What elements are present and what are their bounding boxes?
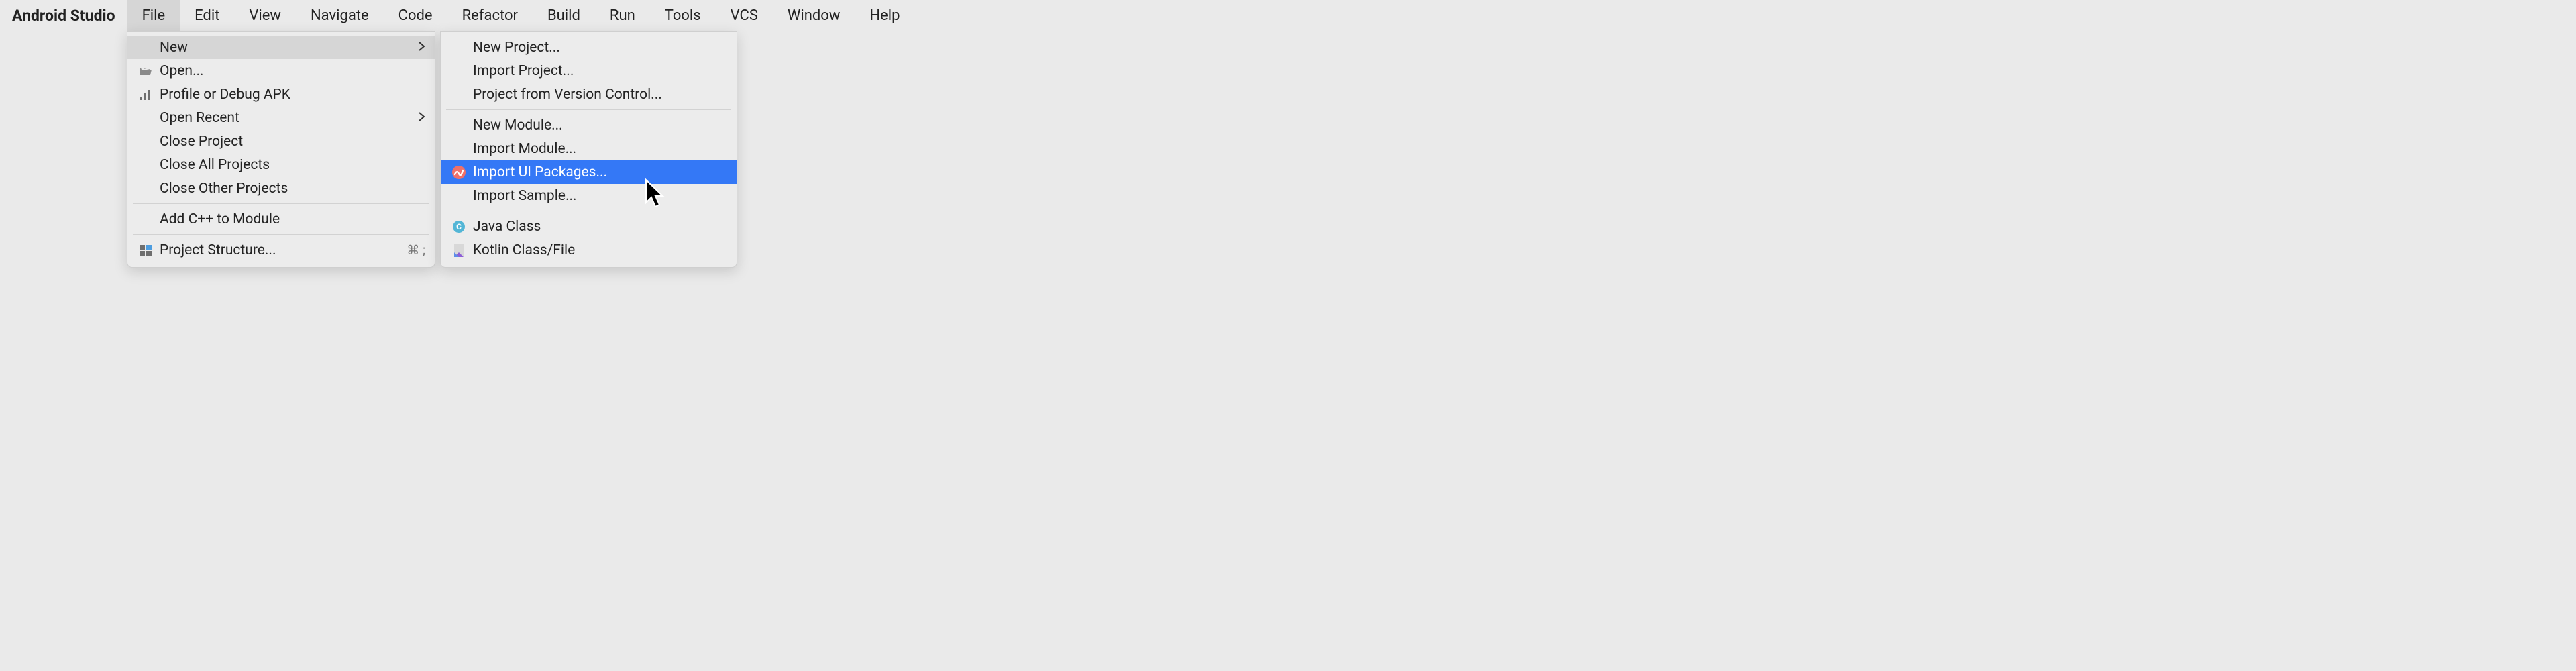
- file-project-structure[interactable]: Project Structure... ⌘ ;: [127, 238, 435, 262]
- menu-tools[interactable]: Tools: [650, 0, 716, 31]
- import-module[interactable]: Import Module...: [441, 137, 737, 160]
- project-from-vcs[interactable]: Project from Version Control...: [441, 83, 737, 106]
- menu-label: Import UI Packages...: [473, 164, 727, 180]
- project-structure-icon: [137, 244, 154, 256]
- file-close-other[interactable]: Close Other Projects: [127, 176, 435, 200]
- menu-build[interactable]: Build: [533, 0, 595, 31]
- new-java-class[interactable]: C Java Class: [441, 215, 737, 238]
- menu-label: Close All Projects: [160, 157, 425, 173]
- new-module[interactable]: New Module...: [441, 113, 737, 137]
- file-close-project[interactable]: Close Project: [127, 130, 435, 153]
- menu-edit[interactable]: Edit: [180, 0, 234, 31]
- separator: [133, 234, 429, 235]
- svg-text:C: C: [456, 222, 462, 231]
- menu-label: Project Structure...: [160, 242, 425, 258]
- menu-file[interactable]: File: [127, 0, 180, 31]
- menu-label: Add C++ to Module: [160, 211, 425, 227]
- folder-open-icon: [137, 66, 154, 76]
- menu-run[interactable]: Run: [595, 0, 650, 31]
- file-open-recent[interactable]: Open Recent: [127, 106, 435, 130]
- relay-icon: [450, 165, 468, 180]
- menu-label: Open...: [160, 63, 425, 79]
- menu-code[interactable]: Code: [384, 0, 447, 31]
- menu-label: Import Module...: [473, 141, 727, 157]
- chevron-right-icon: [419, 40, 425, 54]
- menu-label: Project from Version Control...: [473, 87, 727, 103]
- menu-label: Java Class: [473, 219, 727, 235]
- menu-navigate[interactable]: Navigate: [296, 0, 384, 31]
- menu-label: New: [160, 40, 425, 56]
- import-sample[interactable]: Import Sample...: [441, 184, 737, 207]
- file-profile-debug[interactable]: Profile or Debug APK: [127, 83, 435, 106]
- new-kotlin-class[interactable]: Kotlin Class/File: [441, 238, 737, 262]
- file-close-all[interactable]: Close All Projects: [127, 153, 435, 176]
- kotlin-file-icon: [450, 243, 468, 258]
- separator: [446, 109, 731, 110]
- file-dropdown: New Open... Profile or Debug APK Open Re…: [127, 31, 435, 268]
- chevron-right-icon: [419, 111, 425, 125]
- menu-label: Import Sample...: [473, 188, 727, 204]
- menu-label: New Project...: [473, 40, 727, 56]
- profile-debug-icon: [137, 89, 154, 101]
- import-ui-packages[interactable]: Import UI Packages...: [441, 160, 737, 184]
- menu-view[interactable]: View: [234, 0, 296, 31]
- menu-help[interactable]: Help: [855, 0, 914, 31]
- keyboard-shortcut: ⌘ ;: [407, 242, 425, 258]
- menu-vcs[interactable]: VCS: [716, 0, 773, 31]
- file-new[interactable]: New: [127, 36, 435, 59]
- menu-label: Close Other Projects: [160, 180, 425, 197]
- file-open[interactable]: Open...: [127, 59, 435, 83]
- menu-label: Profile or Debug APK: [160, 87, 425, 103]
- separator: [133, 203, 429, 204]
- new-project[interactable]: New Project...: [441, 36, 737, 59]
- file-add-cpp[interactable]: Add C++ to Module: [127, 207, 435, 231]
- menu-label: Kotlin Class/File: [473, 242, 727, 258]
- java-class-icon: C: [450, 220, 468, 234]
- menu-window[interactable]: Window: [773, 0, 855, 31]
- import-project[interactable]: Import Project...: [441, 59, 737, 83]
- menubar: Android Studio File Edit View Navigate C…: [0, 0, 1053, 31]
- menu-label: Open Recent: [160, 110, 425, 126]
- new-submenu: New Project... Import Project... Project…: [440, 31, 737, 268]
- menu-refactor[interactable]: Refactor: [447, 0, 533, 31]
- menu-label: Close Project: [160, 134, 425, 150]
- app-name: Android Studio: [12, 7, 127, 25]
- menu-label: New Module...: [473, 117, 727, 134]
- menu-label: Import Project...: [473, 63, 727, 79]
